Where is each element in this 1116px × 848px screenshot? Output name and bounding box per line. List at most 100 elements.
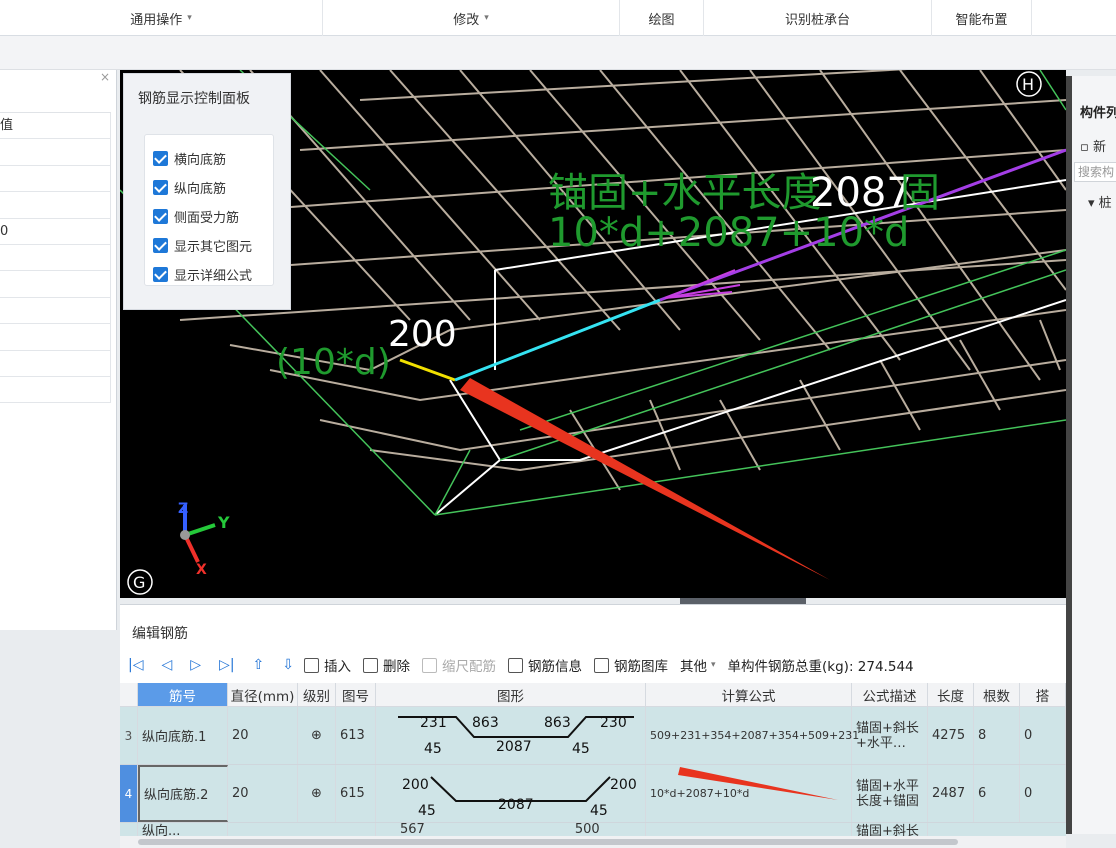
header-fig-no[interactable]: 图号 <box>336 683 376 706</box>
cell-bar-no[interactable]: 纵向底筋.1 <box>138 707 228 764</box>
ribbon-group-identify[interactable]: 识别桩承台 <box>704 0 932 36</box>
info-list-icon <box>508 657 523 673</box>
rebar-info-button[interactable]: 钢筋信息 <box>508 655 582 675</box>
property-row[interactable]: 值 <box>0 113 111 140</box>
anchor-segment <box>399 358 456 382</box>
cell-desc[interactable]: 锚固+斜长 <box>852 823 928 836</box>
ribbon-group-draw[interactable]: 绘图 <box>620 0 704 36</box>
cell-length[interactable]: 4275 <box>928 707 974 764</box>
checkbox-longitudinal-bottom[interactable]: 纵向底筋 <box>153 178 226 197</box>
property-row[interactable] <box>0 350 111 377</box>
cell-lap[interactable]: 0 <box>1020 765 1066 822</box>
header-diameter[interactable]: 直径(mm) <box>228 683 298 706</box>
checkbox-label: 纵向底筋 <box>174 182 227 197</box>
rebar-library-button[interactable]: 钢筋图库 <box>594 655 668 675</box>
move-up-icon[interactable]: ⇧ <box>253 657 265 673</box>
insert-button[interactable]: 插入 <box>304 655 351 675</box>
cell-fig-no[interactable]: 615 <box>336 765 376 822</box>
checkbox-label: 侧面受力筋 <box>174 211 240 226</box>
delete-button[interactable]: 删除 <box>363 655 410 675</box>
checkbox-checked-icon[interactable] <box>153 267 168 282</box>
table-row-partial[interactable]: 纵向... 567 500 锚固+斜长 <box>120 823 1066 837</box>
cell-lap[interactable]: 0 <box>1020 707 1066 764</box>
delete-label: 删除 <box>383 659 410 675</box>
header-shape[interactable]: 图形 <box>376 683 646 706</box>
rebar-library-label: 钢筋图库 <box>614 659 668 675</box>
cell-fig-no[interactable]: 613 <box>336 707 376 764</box>
checkbox-checked-icon[interactable] <box>153 151 168 166</box>
cell-diameter[interactable]: 20 <box>228 707 298 764</box>
svg-text:863: 863 <box>544 715 571 731</box>
other-dropdown[interactable]: 其他 ▾ <box>680 655 716 675</box>
header-lap[interactable]: 搭 <box>1020 683 1066 706</box>
checkbox-show-other[interactable]: 显示其它图元 <box>153 236 252 255</box>
new-button[interactable]: ▫ 新 <box>1080 136 1106 155</box>
cell-grade[interactable]: ⊕ <box>298 707 336 764</box>
header-grade[interactable]: 级别 <box>298 683 336 706</box>
ribbon-group-general[interactable]: 通用操作 ▾ <box>0 0 323 36</box>
property-row[interactable] <box>0 139 111 166</box>
svg-text:45: 45 <box>424 741 442 757</box>
cell-count[interactable]: 6 <box>974 765 1020 822</box>
checkbox-checked-icon[interactable] <box>153 209 168 224</box>
insert-label: 插入 <box>324 659 351 675</box>
property-row[interactable] <box>0 165 111 193</box>
component-list-panel: 构件列 ▫ 新 搜索构 ▾ 桩 <box>1066 76 1116 834</box>
header-count[interactable]: 根数 <box>974 683 1020 706</box>
cell-diameter[interactable]: 20 <box>228 765 298 822</box>
horizontal-segment-start <box>454 298 661 382</box>
header-length[interactable]: 长度 <box>928 683 974 706</box>
next-record-icon[interactable]: ▷ <box>190 657 201 673</box>
table-row-selected[interactable]: 4 纵向底筋.2 20 ⊕ 615 200 200 45 2087 45 10*… <box>120 765 1066 823</box>
cell-length[interactable]: 2487 <box>928 765 974 822</box>
cell-bar-no[interactable]: 纵向底筋.2 <box>138 765 228 822</box>
property-row[interactable] <box>0 192 111 219</box>
cell-formula[interactable]: 10*d+2087+10*d <box>646 765 852 822</box>
new-label: 新 <box>1092 140 1106 155</box>
cell-shape[interactable]: 231 863 863 230 45 2087 45 <box>376 707 646 764</box>
cell-desc[interactable]: 锚固+斜长+水平… <box>852 707 928 764</box>
cell-bar-no[interactable]: 纵向... <box>138 823 228 836</box>
property-row[interactable] <box>0 244 111 272</box>
checkbox-checked-icon[interactable] <box>153 180 168 195</box>
svg-text:2087: 2087 <box>498 797 534 813</box>
scale-rebar-button[interactable]: 缩尺配筋 <box>422 655 496 675</box>
checkbox-checked-icon[interactable] <box>153 238 168 253</box>
insert-icon <box>304 657 319 673</box>
move-down-icon[interactable]: ⇩ <box>282 657 294 673</box>
cell-count[interactable]: 8 <box>974 707 1020 764</box>
cell-grade[interactable]: ⊕ <box>298 765 336 822</box>
property-row[interactable] <box>0 324 111 351</box>
ribbon-group-smart-layout[interactable]: 智能布置 <box>932 0 1032 36</box>
partial-shape-a: 567 <box>400 823 425 837</box>
cell-formula[interactable]: 509+231+354+2087+354+509+231 <box>646 707 859 764</box>
last-record-icon[interactable]: ▷| <box>219 657 234 673</box>
checkbox-horizontal-bottom[interactable]: 横向底筋 <box>153 149 226 168</box>
header-bar-no[interactable]: 筋号 <box>138 683 228 706</box>
component-search-input[interactable]: 搜索构 <box>1074 162 1116 182</box>
prev-record-icon[interactable]: ◁ <box>161 657 172 673</box>
cell-shape[interactable]: 567 500 <box>376 823 646 836</box>
row-index <box>120 823 138 836</box>
cell-formula[interactable] <box>646 823 852 836</box>
tree-node-pile[interactable]: ▾ 桩 <box>1088 192 1112 211</box>
first-record-icon[interactable]: |◁ <box>128 657 143 673</box>
checkbox-side-rebar[interactable]: 侧面受力筋 <box>153 207 239 226</box>
property-row[interactable] <box>0 297 111 325</box>
secondary-toolbar <box>0 36 1116 70</box>
cell-shape[interactable]: 200 200 45 2087 45 <box>376 765 646 822</box>
cell-desc[interactable]: 锚固+水平长度+锚固 <box>852 765 928 822</box>
scrollbar-thumb[interactable] <box>138 839 958 845</box>
library-icon <box>594 657 609 673</box>
close-icon[interactable]: × <box>100 70 110 84</box>
table-row[interactable]: 3 纵向底筋.1 20 ⊕ 613 231 863 863 230 45 208… <box>120 707 1066 765</box>
chevron-down-icon: ▾ <box>187 13 192 23</box>
horizontal-scrollbar[interactable] <box>120 836 1066 848</box>
property-row[interactable]: 0 <box>0 218 111 245</box>
property-row[interactable] <box>0 376 111 404</box>
checkbox-show-formula[interactable]: 显示详细公式 <box>153 265 252 284</box>
header-desc[interactable]: 公式描述 <box>852 683 928 706</box>
header-formula[interactable]: 计算公式 <box>646 683 852 706</box>
property-row[interactable] <box>0 271 111 298</box>
ribbon-group-modify[interactable]: 修改 ▾ <box>323 0 620 36</box>
